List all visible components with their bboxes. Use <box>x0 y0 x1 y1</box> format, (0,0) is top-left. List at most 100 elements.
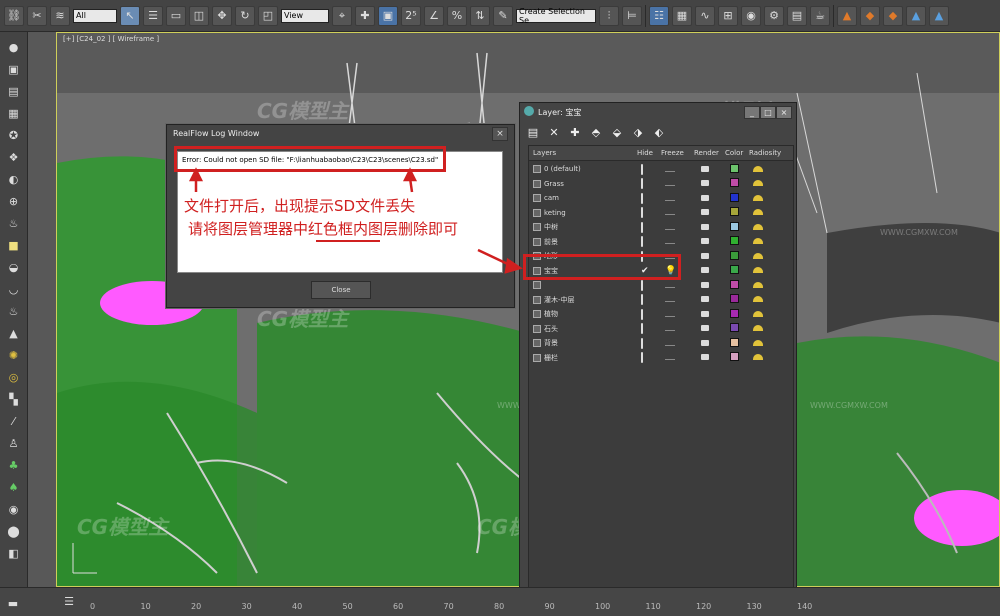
mini-listener-icon[interactable]: ▬ <box>4 594 22 612</box>
layer-color-swatch[interactable] <box>730 352 739 363</box>
grid-icon[interactable]: ▚ <box>5 390 23 408</box>
spinner-snap-icon[interactable]: ⇅ <box>470 5 490 26</box>
layer-row[interactable]: Grass <box>529 177 793 192</box>
layer-row[interactable]: 石头 <box>529 322 793 337</box>
radiosity-icon[interactable] <box>753 223 763 232</box>
render-teapot-icon[interactable] <box>701 165 709 174</box>
hide-toggle[interactable] <box>641 308 643 320</box>
rect-selection-icon[interactable]: ▭ <box>166 5 186 26</box>
hide-toggle[interactable] <box>641 279 643 291</box>
curve-editor-icon[interactable]: ∿ <box>695 5 715 26</box>
layer-row[interactable]: 植物 <box>529 307 793 322</box>
header-hide[interactable]: Hide <box>637 149 653 157</box>
radiosity-icon[interactable] <box>753 310 763 319</box>
radiosity-icon[interactable] <box>753 179 763 188</box>
radiosity-icon[interactable] <box>753 208 763 217</box>
hide-toggle[interactable] <box>641 178 643 190</box>
radiosity-icon[interactable] <box>753 324 763 333</box>
emitter-icon[interactable]: ◐ <box>5 170 23 188</box>
layer-row[interactable]: 栅栏 <box>529 351 793 366</box>
torus-icon[interactable]: ◎ <box>5 368 23 386</box>
rendered-frame-icon[interactable]: ▤ <box>787 5 807 26</box>
hide-toggle[interactable] <box>641 163 643 175</box>
track-bar-icon[interactable]: ☰ <box>60 592 78 610</box>
maximize-icon[interactable]: □ <box>760 106 776 119</box>
highlight-layer-icon[interactable]: ⬙ <box>610 125 624 139</box>
render-teapot-icon[interactable] <box>701 223 709 232</box>
freeze-toggle[interactable] <box>665 223 675 232</box>
mirror-icon[interactable]: ⫶ <box>599 5 619 26</box>
layer-color-swatch[interactable] <box>730 294 739 305</box>
radiosity-icon[interactable] <box>753 194 763 203</box>
layer-color-swatch[interactable] <box>730 207 739 218</box>
hide-toggle[interactable] <box>641 337 643 349</box>
header-freeze[interactable]: Freeze <box>661 149 684 157</box>
viewport-label[interactable]: [+] [C24_02 ] [ Wireframe ] <box>63 35 159 43</box>
delete-layer-icon[interactable]: ✕ <box>547 125 561 139</box>
freeze-toggle[interactable] <box>665 281 675 290</box>
layer-color-swatch[interactable] <box>730 192 739 204</box>
named-selection-dropdown[interactable]: Create Selection Se <box>516 7 596 25</box>
rock-icon[interactable]: ◉ <box>5 500 23 518</box>
render-setup-icon[interactable]: ⚙ <box>764 5 784 26</box>
layer-name[interactable]: 0 (default) <box>533 165 581 174</box>
radiosity-icon[interactable] <box>753 353 763 362</box>
bind-spacewarp-icon[interactable]: ≋ <box>50 5 70 26</box>
hide-toggle[interactable] <box>641 236 643 248</box>
particle-icon[interactable]: ❖ <box>5 148 23 166</box>
layer-name[interactable]: cam <box>533 194 559 203</box>
render-teapot-icon[interactable] <box>701 295 709 304</box>
keyboard-shortcut-icon[interactable]: ▣ <box>378 5 398 26</box>
radiosity-icon[interactable] <box>753 252 763 261</box>
layer-row[interactable]: keting <box>529 206 793 221</box>
pyramid-icon[interactable]: ▲ <box>5 324 23 342</box>
radiosity-icon[interactable] <box>753 266 763 275</box>
freeze-toggle[interactable] <box>665 208 675 217</box>
manipulate-icon[interactable]: ✚ <box>355 5 375 26</box>
layer-name[interactable]: 栅栏 <box>533 353 558 363</box>
freeze-toggle[interactable] <box>665 165 675 174</box>
render-teapot-icon[interactable] <box>701 194 709 203</box>
layer-row[interactable]: 中树 <box>529 220 793 235</box>
layer-name[interactable] <box>533 281 544 290</box>
realflow-wave-icon[interactable]: ▲ <box>929 5 949 26</box>
teapot-icon[interactable]: ♨ <box>5 302 23 320</box>
layer-row[interactable]: 前景 <box>529 235 793 250</box>
reference-coord-dropdown[interactable]: View <box>281 8 329 23</box>
material-editor-icon[interactable]: ◉ <box>741 5 761 26</box>
rotate-icon[interactable]: ↻ <box>235 5 255 26</box>
radiosity-icon[interactable] <box>753 339 763 348</box>
realflow-mesh-icon[interactable]: ◆ <box>883 5 903 26</box>
layer-color-swatch[interactable] <box>730 337 739 349</box>
header-render[interactable]: Render <box>694 149 719 157</box>
select-object-icon[interactable]: ↖ <box>120 5 140 26</box>
radiosity-icon[interactable] <box>753 295 763 304</box>
close-icon[interactable]: × <box>492 127 508 141</box>
layer-name[interactable]: 中树 <box>533 222 558 232</box>
layer-row[interactable] <box>529 278 793 293</box>
foliage-icon[interactable]: ♠ <box>5 478 23 496</box>
fluid-icon[interactable]: ♨ <box>5 214 23 232</box>
selection-filter-dropdown[interactable]: All <box>73 8 117 23</box>
close-button[interactable]: Close <box>311 281 371 299</box>
layer-row[interactable]: 灌木-中层 <box>529 293 793 308</box>
freeze-toggle[interactable] <box>665 194 675 203</box>
freeze-toggle[interactable] <box>665 295 675 304</box>
timeline[interactable]: ▬ ☰ 0 10 20 30 40 50 60 70 80 90 100 110 120 130 140 <box>0 587 1000 616</box>
hide-toggle[interactable] <box>641 323 643 335</box>
layer-name[interactable]: 植物 <box>533 309 558 319</box>
radiosity-icon[interactable] <box>753 165 763 174</box>
plant-icon[interactable]: ♣ <box>5 456 23 474</box>
select-layer-icon[interactable]: ⬘ <box>589 125 603 139</box>
layer-color-swatch[interactable] <box>730 323 739 334</box>
hide-toggle[interactable] <box>641 207 643 219</box>
freeze-all-icon[interactable]: ⬖ <box>652 125 666 139</box>
layer-color-swatch[interactable] <box>730 163 739 175</box>
freeze-toggle[interactable] <box>665 310 675 319</box>
realflow-domain-icon[interactable]: ◆ <box>860 5 880 26</box>
rollout-icon[interactable]: ◧ <box>5 544 23 562</box>
layer-name[interactable]: keting <box>533 208 566 217</box>
modify-panel-icon[interactable]: ▤ <box>5 82 23 100</box>
light-icon[interactable]: ✪ <box>5 126 23 144</box>
layer-row[interactable]: 背景 <box>529 336 793 351</box>
